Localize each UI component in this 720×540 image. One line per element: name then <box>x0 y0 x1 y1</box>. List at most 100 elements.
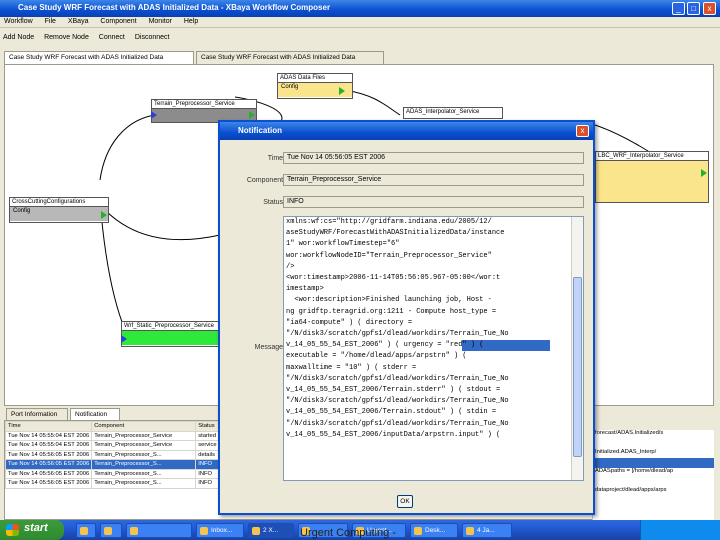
windows-logo-icon <box>6 524 19 536</box>
ok-button[interactable]: OK <box>397 495 413 508</box>
message-line: maxwalltime = "10" ) ( stderr = <box>286 363 417 372</box>
app-icon <box>130 527 138 535</box>
taskbar-window-button[interactable] <box>100 523 122 538</box>
slide-footer: Urgent Computing - <box>300 527 396 539</box>
node-adas-datafiles[interactable]: ADAS Data Files Config <box>277 73 353 99</box>
node-adas-interp-title: ADAS_Interpolator_Service <box>406 109 480 115</box>
window-title-bar[interactable]: Case Study WRF Forecast with ADAS Initia… <box>0 0 720 17</box>
message-line: v_14_05_55_54_EST_2006" ) ( urgency = "r… <box>286 340 570 352</box>
message-line: v_14_05_55_54_EST_2006/inputData/arpstrn… <box>286 430 501 439</box>
disconnect-button[interactable]: Disconnect <box>135 34 170 41</box>
message-line: "/N/disk3/scratch/gpfs1/dlead/workdirs/T… <box>286 330 509 339</box>
status-label: Status: <box>263 199 285 206</box>
taskbar-window-button[interactable]: Inbox... <box>196 523 244 538</box>
scrollbar-thumb[interactable] <box>573 277 582 457</box>
cell-time: Tue Nov 14 05:56:05 EST 2006 <box>5 478 93 489</box>
table-row[interactable]: Tue Nov 14 05:56:05 EST 2006 Terrain_Pre… <box>5 449 227 460</box>
remove-node-button[interactable]: Remove Node <box>44 34 89 41</box>
cell-component: Terrain_Preprocessor_S... <box>91 459 197 470</box>
menu-monitor[interactable]: Monitor <box>145 17 178 25</box>
table-row[interactable]: Tue Nov 14 05:56:05 EST 2006 Terrain_Pre… <box>5 478 227 489</box>
cell-component: Terrain_Preprocessor_S... <box>91 468 197 479</box>
notification-dialog: Notification x Time: Tue Nov 14 05:56:05… <box>218 120 595 515</box>
message-line: imestamp> <box>286 285 324 294</box>
message-label: Message: <box>254 344 285 351</box>
dialog-title-bar[interactable]: Notification <box>220 122 593 140</box>
table-row[interactable]: Tue Nov 14 05:55:04 EST 2006 Terrain_Pre… <box>5 430 227 441</box>
cell-time: Tue Nov 14 05:55:04 EST 2006 <box>5 430 93 441</box>
message-text: xmlns:wf:cs="http://gridfarm.indiana.edu… <box>286 217 570 441</box>
cell-time: Tue Nov 14 05:56:05 EST 2006 <box>5 449 93 460</box>
node-crosscutting-body: Config <box>10 207 108 221</box>
message-line: "/N/disk3/scratch/gpfs1/dlead/workdirs/T… <box>286 419 509 428</box>
minimize-button[interactable]: _ <box>672 2 685 15</box>
input-port-icon[interactable] <box>121 335 127 343</box>
component-label: Component: <box>246 177 285 184</box>
column-header-component[interactable]: Component <box>91 421 197 432</box>
details-cell: forecast/ADAS.Initialized/s <box>595 429 664 436</box>
node-lbc-interpolator[interactable]: LBC_WRF_Interpolator_Service <box>595 151 709 203</box>
dialog-close-button[interactable]: x <box>576 125 589 137</box>
toolbar: Add Node Remove Node Connect Disconnect <box>0 29 720 47</box>
node-crosscutting-config[interactable]: CrossCuttingConfigurations Config <box>9 197 109 223</box>
time-label: Time: <box>267 155 285 162</box>
message-line: ng gridftp.teragrid.org:1211 - Compute h… <box>286 307 497 316</box>
table-row[interactable]: Tue Nov 14 05:56:05 EST 2006 Terrain_Pre… <box>5 468 227 479</box>
output-port-icon[interactable] <box>101 211 107 219</box>
table-row[interactable]: Tue Nov 14 05:55:04 EST 2006 Terrain_Pre… <box>5 440 227 451</box>
tab-workflow-2[interactable]: Case Study WRF Forecast with ADAS Initia… <box>196 51 384 64</box>
message-text-area[interactable]: xmlns:wf:cs="http://gridfarm.indiana.edu… <box>283 216 584 481</box>
taskbar-window-button[interactable] <box>126 523 192 538</box>
status-field[interactable]: INFO <box>283 196 584 208</box>
column-header-time[interactable]: Time <box>5 421 93 432</box>
cell-component: Terrain_Preprocessor_S... <box>91 478 197 489</box>
close-window-button[interactable]: x <box>703 2 716 15</box>
node-terrain-title: Terrain_Preprocessor_Service <box>152 100 256 109</box>
table-row-selected[interactable]: Tue Nov 14 05:56:05 EST 2006 Terrain_Pre… <box>5 459 227 470</box>
output-port-icon[interactable] <box>339 87 345 95</box>
app-icon <box>80 527 88 535</box>
message-line: 1" wor:workflowTimestep="6" <box>286 240 400 249</box>
taskbar-window-button[interactable]: 4 Ja... <box>462 523 512 538</box>
node-adas-interpolator[interactable]: ADAS_Interpolator_Service <box>403 107 503 119</box>
message-line: <wor:timestamp>2006-11-14T05:56:05.967-0… <box>286 274 501 283</box>
cell-component: Terrain_Preprocessor_Service <box>91 430 197 441</box>
output-port-icon[interactable] <box>249 111 255 119</box>
menu-xbaya[interactable]: XBaya <box>64 17 95 25</box>
node-lbc-interp-title: LBC_WRF_Interpolator_Service <box>596 152 708 161</box>
details-cell: ADASpaths = [/home/dlead/ap <box>595 467 674 474</box>
menu-bar: Workflow File XBaya Component Monitor He… <box>0 17 720 28</box>
menu-file[interactable]: File <box>41 17 62 25</box>
node-wrf-static-title: Wrf_Static_Preprocessor_Service <box>122 322 220 331</box>
message-line: v_14_05_55_54_EST_2006/Terrain.stdout" )… <box>286 408 497 417</box>
taskbar-window-button[interactable]: 2 X... <box>248 523 294 538</box>
app-icon <box>252 527 260 535</box>
tab-workflow-1[interactable]: Case Study WRF Forecast with ADAS Initia… <box>4 51 194 64</box>
time-field[interactable]: Tue Nov 14 05:56:05 EST 2006 <box>283 152 584 164</box>
menu-component[interactable]: Component <box>96 17 142 25</box>
details-cell <box>593 477 714 487</box>
maximize-button[interactable]: □ <box>687 2 700 15</box>
input-port-icon[interactable] <box>151 111 157 119</box>
taskbar-button-label: Inbox... <box>211 527 233 534</box>
component-field[interactable]: Terrain_Preprocessor_Service <box>283 174 584 186</box>
taskbar-button-label: Desk... <box>425 527 446 534</box>
taskbar-button-label: 4 Ja... <box>477 527 495 534</box>
workflow-tabs: Case Study WRF Forecast with ADAS Initia… <box>4 51 716 64</box>
cell-time: Tue Nov 14 05:56:05 EST 2006 <box>5 459 93 470</box>
app-icon <box>466 527 474 535</box>
message-line: aseStudyWRF/ForecastWithADASInitializedD… <box>286 229 505 238</box>
dialog-title: Notification <box>238 126 282 135</box>
message-line: executable = "/home/dlead/apps/arpstrn" … <box>286 352 467 361</box>
menu-workflow[interactable]: Workflow <box>0 17 39 25</box>
add-node-button[interactable]: Add Node <box>3 34 34 41</box>
output-port-icon[interactable] <box>701 169 707 177</box>
taskbar-window-button[interactable] <box>76 523 96 538</box>
connect-button[interactable]: Connect <box>99 34 125 41</box>
table-header-row: Time Component Status <box>5 421 227 432</box>
node-wrf-static-preprocessor[interactable]: Wrf_Static_Preprocessor_Service <box>121 321 221 347</box>
system-tray[interactable] <box>640 520 720 540</box>
taskbar-button-label: 2 X... <box>263 527 279 534</box>
menu-help[interactable]: Help <box>180 17 204 25</box>
message-scrollbar[interactable] <box>571 217 583 480</box>
